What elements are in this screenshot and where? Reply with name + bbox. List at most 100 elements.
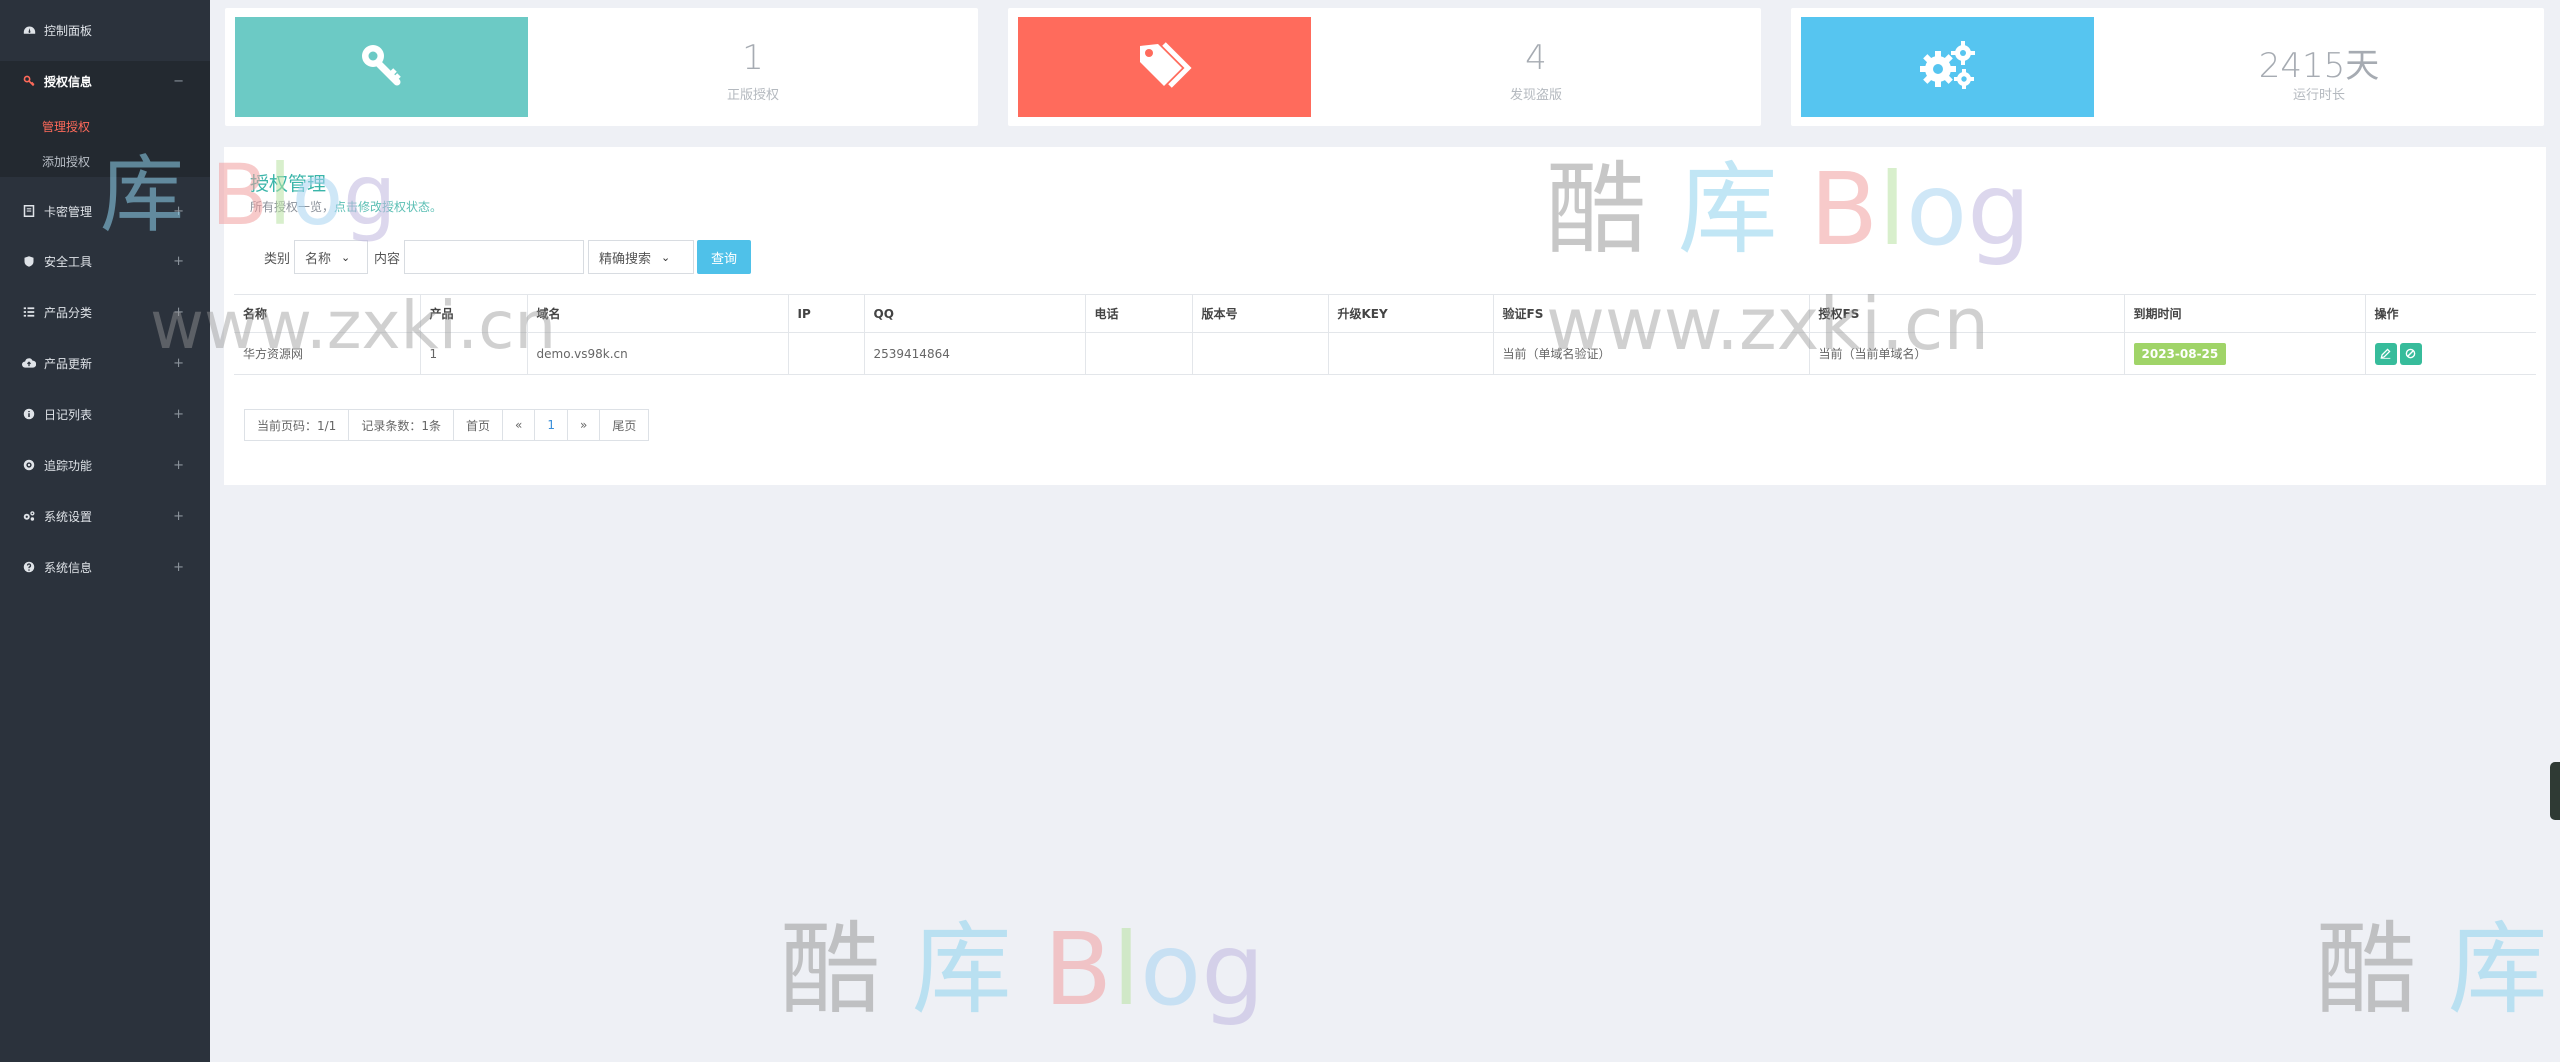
key-icon bbox=[357, 40, 407, 94]
watermark-char: g bbox=[1201, 911, 1265, 1028]
sidebar-item-label: 系统设置 bbox=[44, 509, 93, 524]
search-mode-value: 精确搜索 bbox=[599, 251, 652, 267]
expand-toggle[interactable]: + bbox=[173, 509, 184, 524]
sidebar-item-label: 产品更新 bbox=[44, 356, 93, 371]
list-icon bbox=[20, 306, 38, 318]
sidebar-item-security-tools[interactable]: 安全工具 + bbox=[0, 241, 210, 281]
chevron-down-icon: ⌄ bbox=[661, 250, 671, 264]
expand-toggle[interactable]: + bbox=[173, 407, 184, 422]
sidebar-item-license-info[interactable]: 授权信息 − bbox=[0, 61, 210, 101]
column-header: 授权FS bbox=[1808, 294, 2124, 333]
expand-toggle[interactable]: + bbox=[173, 305, 184, 320]
stat-value: 1 bbox=[742, 38, 764, 78]
disable-button[interactable] bbox=[2399, 342, 2422, 365]
pager-record-count: 记录条数：1条 bbox=[348, 409, 454, 441]
column-header: 电话 bbox=[1084, 294, 1192, 333]
column-header: 域名 bbox=[526, 294, 788, 333]
cell-expires: 2023-08-25 bbox=[2123, 332, 2365, 375]
pagination: 当前页码：1/1 记录条数：1条 首页 « 1 » 尾页 bbox=[244, 409, 650, 441]
sidebar-subitem-add-license[interactable]: 添加授权 bbox=[42, 153, 90, 170]
column-header: 名称 bbox=[234, 294, 420, 333]
expand-toggle[interactable]: + bbox=[173, 204, 184, 219]
watermark-char: l bbox=[1112, 911, 1140, 1028]
content-label: 内容 bbox=[374, 251, 401, 267]
sidebar-item-label: 追踪功能 bbox=[44, 458, 93, 473]
column-header: 验证FS bbox=[1492, 294, 1809, 333]
pager-next[interactable]: » bbox=[566, 409, 601, 441]
key-icon bbox=[20, 75, 38, 88]
cogs-icon bbox=[20, 510, 38, 522]
page-subtitle: 所有授权一览，点击修改授权状态。 bbox=[250, 198, 442, 215]
pager-prev[interactable]: « bbox=[501, 409, 536, 441]
sidebar-item-label: 产品分类 bbox=[44, 305, 93, 320]
category-select-value: 名称 bbox=[305, 251, 332, 267]
chevron-down-icon: ⌄ bbox=[341, 250, 351, 264]
sidebar: 控制面板 授权信息 − 管理授权 添加授权 卡密管理 + 安全工具 + 产品分类… bbox=[0, 0, 210, 1062]
cell-verify-fs: 当前（单域名验证） bbox=[1492, 332, 1809, 375]
cell-ip bbox=[787, 332, 864, 375]
query-button[interactable]: 查询 bbox=[697, 240, 752, 274]
pager-page-1[interactable]: 1 bbox=[534, 409, 568, 441]
sidebar-item-log-list[interactable]: 日记列表 + bbox=[0, 394, 210, 434]
content-input[interactable] bbox=[404, 240, 585, 274]
sidebar-item-dashboard[interactable]: 控制面板 bbox=[0, 10, 210, 50]
ban-icon bbox=[2405, 348, 2416, 359]
stat-card-uptime: 2415天 运行时长 bbox=[1791, 8, 2544, 126]
cell-domain: demo.vs98k.cn bbox=[526, 332, 788, 375]
column-header: 产品 bbox=[419, 294, 527, 333]
column-header: 升级KEY bbox=[1327, 294, 1493, 333]
question-icon bbox=[20, 561, 38, 573]
pager-last[interactable]: 尾页 bbox=[599, 409, 650, 441]
submenu bbox=[0, 101, 210, 177]
side-scroll-handle[interactable] bbox=[2550, 762, 2560, 820]
pager-first[interactable]: 首页 bbox=[452, 409, 503, 441]
expand-toggle[interactable]: + bbox=[173, 458, 184, 473]
sidebar-item-label: 控制面板 bbox=[44, 23, 93, 38]
watermark-char: 库 bbox=[2447, 911, 2548, 1028]
collapse-toggle[interactable]: − bbox=[173, 74, 184, 89]
sidebar-item-product-update[interactable]: 产品更新 + bbox=[0, 343, 210, 383]
sidebar-item-system-info[interactable]: 系统信息 + bbox=[0, 547, 210, 587]
sidebar-item-tracking[interactable]: 追踪功能 + bbox=[0, 445, 210, 485]
column-header: 操作 bbox=[2364, 294, 2536, 333]
sidebar-item-product-category[interactable]: 产品分类 + bbox=[0, 292, 210, 332]
stat-value: 2415天 bbox=[2258, 46, 2380, 86]
search-mode-select[interactable]: 精确搜索 ⌄ bbox=[588, 240, 695, 274]
expand-toggle[interactable]: + bbox=[173, 254, 184, 269]
stat-tile bbox=[235, 17, 528, 117]
sidebar-item-label: 安全工具 bbox=[44, 254, 93, 269]
expand-toggle[interactable]: + bbox=[173, 560, 184, 575]
category-select[interactable]: 名称 ⌄ bbox=[294, 240, 369, 274]
column-header: 版本号 bbox=[1191, 294, 1328, 333]
cell-auth-fs: 当前（当前单域名） bbox=[1808, 332, 2124, 375]
watermark-char: 酷 bbox=[2316, 911, 2416, 1028]
cell-version bbox=[1191, 332, 1328, 375]
watermark-logo: 酷 库 bbox=[2316, 888, 2548, 1033]
column-header: QQ bbox=[863, 294, 1085, 333]
license-management-panel: 授权管理 所有授权一览，点击修改授权状态。 类别 名称 ⌄ 内容 精确搜索 ⌄ … bbox=[224, 147, 2546, 485]
cell-actions bbox=[2364, 332, 2536, 375]
stat-tile bbox=[1801, 17, 2094, 117]
subtitle-text: 所有授权一览， bbox=[250, 200, 335, 214]
sidebar-item-card-manage[interactable]: 卡密管理 + bbox=[0, 191, 210, 231]
sidebar-item-label: 日记列表 bbox=[44, 407, 93, 422]
stat-tile bbox=[1018, 17, 1311, 117]
cell-phone bbox=[1084, 332, 1192, 375]
sidebar-item-system-settings[interactable]: 系统设置 + bbox=[0, 496, 210, 536]
watermark-char: o bbox=[1140, 911, 1202, 1028]
page-title: 授权管理 bbox=[250, 173, 327, 195]
expand-toggle[interactable]: + bbox=[173, 356, 184, 371]
sidebar-item-label: 系统信息 bbox=[44, 560, 93, 575]
table-row[interactable]: 华方资源网 1 demo.vs98k.cn 2539414864 当前（单域名验… bbox=[234, 332, 2536, 375]
search-bar: 类别 名称 ⌄ 内容 精确搜索 ⌄ 查询 bbox=[264, 239, 752, 275]
shield-icon bbox=[20, 255, 38, 268]
license-table: 名称 产品 域名 IP QQ 电话 版本号 升级KEY 验证FS 授权FS 到期… bbox=[234, 294, 2536, 375]
sidebar-item-label: 卡密管理 bbox=[44, 204, 93, 219]
column-header: IP bbox=[787, 294, 864, 333]
card-icon bbox=[20, 205, 38, 217]
target-icon bbox=[20, 459, 38, 471]
sidebar-subitem-manage-license[interactable]: 管理授权 bbox=[42, 118, 90, 135]
column-header: 到期时间 bbox=[2123, 294, 2365, 333]
edit-button[interactable] bbox=[2374, 342, 2397, 365]
edit-icon bbox=[2380, 348, 2391, 359]
